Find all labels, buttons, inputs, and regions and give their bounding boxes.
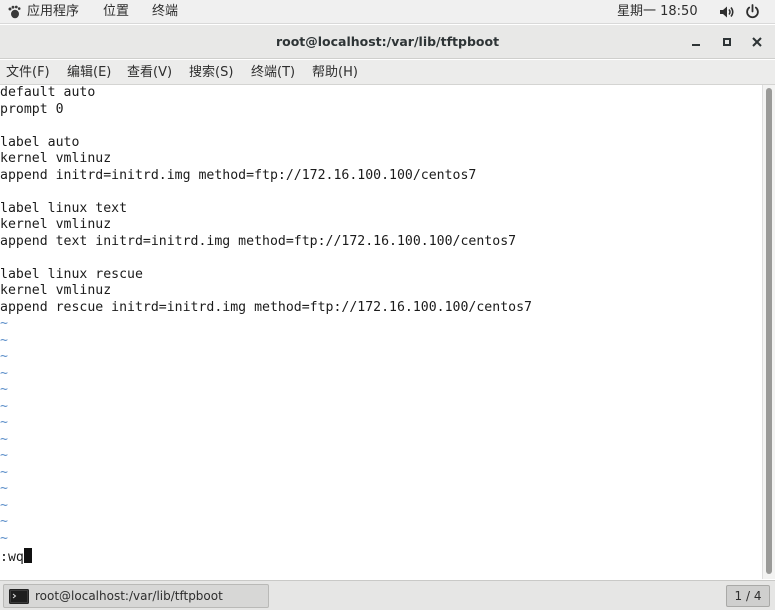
- vim-empty-line-tilde: ~: [0, 481, 8, 496]
- vim-empty-line-tilde: ~: [0, 365, 8, 381]
- terminal-line: label linux rescue: [0, 266, 143, 282]
- top-bar: 应用程序 位置 终端 星期一 18:50: [0, 0, 775, 24]
- scrollbar[interactable]: [762, 85, 775, 579]
- terminal-text: default auto prompt 0 label auto kernel vml…: [0, 85, 532, 547]
- vim-empty-line-tilde: ~: [0, 530, 8, 546]
- vim-empty-line-tilde: ~: [0, 431, 8, 447]
- menu-search[interactable]: 搜索(S): [189, 64, 233, 81]
- menu-help[interactable]: 帮助(H): [312, 64, 358, 81]
- vim-empty-line-tilde: ~: [0, 332, 8, 348]
- applications-menu[interactable]: 应用程序: [27, 3, 79, 21]
- terminal-line: append rescue initrd=initrd.img method=f…: [0, 299, 532, 315]
- vim-empty-line-tilde: ~: [0, 464, 8, 480]
- scrollbar-thumb[interactable]: [766, 88, 772, 574]
- terminal-line: default auto: [0, 85, 96, 100]
- workspace-pager[interactable]: 1 / 4: [726, 585, 770, 607]
- menu-view[interactable]: 查看(V): [127, 64, 172, 81]
- vim-empty-line-tilde: ~: [0, 349, 8, 364]
- power-icon[interactable]: [745, 4, 760, 19]
- window-titlebar[interactable]: root@localhost:/var/lib/tftpboot: [0, 25, 775, 59]
- terminal-line: append text initrd=initrd.img method=ftp…: [0, 233, 517, 249]
- text-cursor: [23, 548, 32, 563]
- terminal-area[interactable]: default auto prompt 0 label auto kernel vml…: [0, 85, 762, 579]
- menu-terminal[interactable]: 终端(T): [251, 64, 295, 81]
- vim-empty-line-tilde: ~: [0, 382, 8, 397]
- volume-icon[interactable]: [719, 5, 735, 19]
- places-menu[interactable]: 位置: [103, 3, 129, 21]
- terminal-line: label linux text: [0, 200, 128, 216]
- vim-command-text: :wq: [0, 550, 24, 565]
- taskbar-window-button[interactable]: root@localhost:/var/lib/tftpboot: [3, 584, 269, 608]
- terminal-app-menu[interactable]: 终端: [152, 3, 178, 21]
- vim-command-line: :wq: [0, 548, 32, 565]
- taskbar: root@localhost:/var/lib/tftpboot 1 / 4: [0, 580, 775, 610]
- terminal-line: kernel vmlinuz: [0, 283, 112, 298]
- vim-empty-line-tilde: ~: [0, 448, 8, 463]
- terminal-line: kernel vmlinuz: [0, 151, 112, 166]
- vim-empty-line-tilde: ~: [0, 316, 8, 331]
- gnome-foot-icon: [8, 5, 21, 19]
- terminal-line: append initrd=initrd.img method=ftp://17…: [0, 167, 477, 183]
- menu-edit[interactable]: 编辑(E): [67, 64, 111, 81]
- vim-empty-line-tilde: ~: [0, 514, 8, 529]
- window-title: root@localhost:/var/lib/tftpboot: [275, 34, 500, 49]
- menu-bar: 文件(F) 编辑(E) 查看(V) 搜索(S) 终端(T) 帮助(H): [0, 60, 775, 85]
- clock[interactable]: 星期一 18:50: [617, 3, 698, 21]
- minimize-icon[interactable]: [688, 34, 704, 50]
- terminal-line: label auto: [0, 134, 80, 150]
- taskbar-window-label: root@localhost:/var/lib/tftpboot: [35, 589, 223, 603]
- maximize-icon[interactable]: [719, 34, 735, 50]
- menu-file[interactable]: 文件(F): [6, 64, 50, 81]
- vim-empty-line-tilde: ~: [0, 398, 8, 414]
- close-icon[interactable]: [749, 34, 765, 50]
- terminal-line: kernel vmlinuz: [0, 217, 112, 232]
- terminal-line: prompt 0: [0, 101, 64, 117]
- terminal-icon: [9, 589, 29, 604]
- vim-empty-line-tilde: ~: [0, 415, 8, 430]
- vim-empty-line-tilde: ~: [0, 497, 8, 513]
